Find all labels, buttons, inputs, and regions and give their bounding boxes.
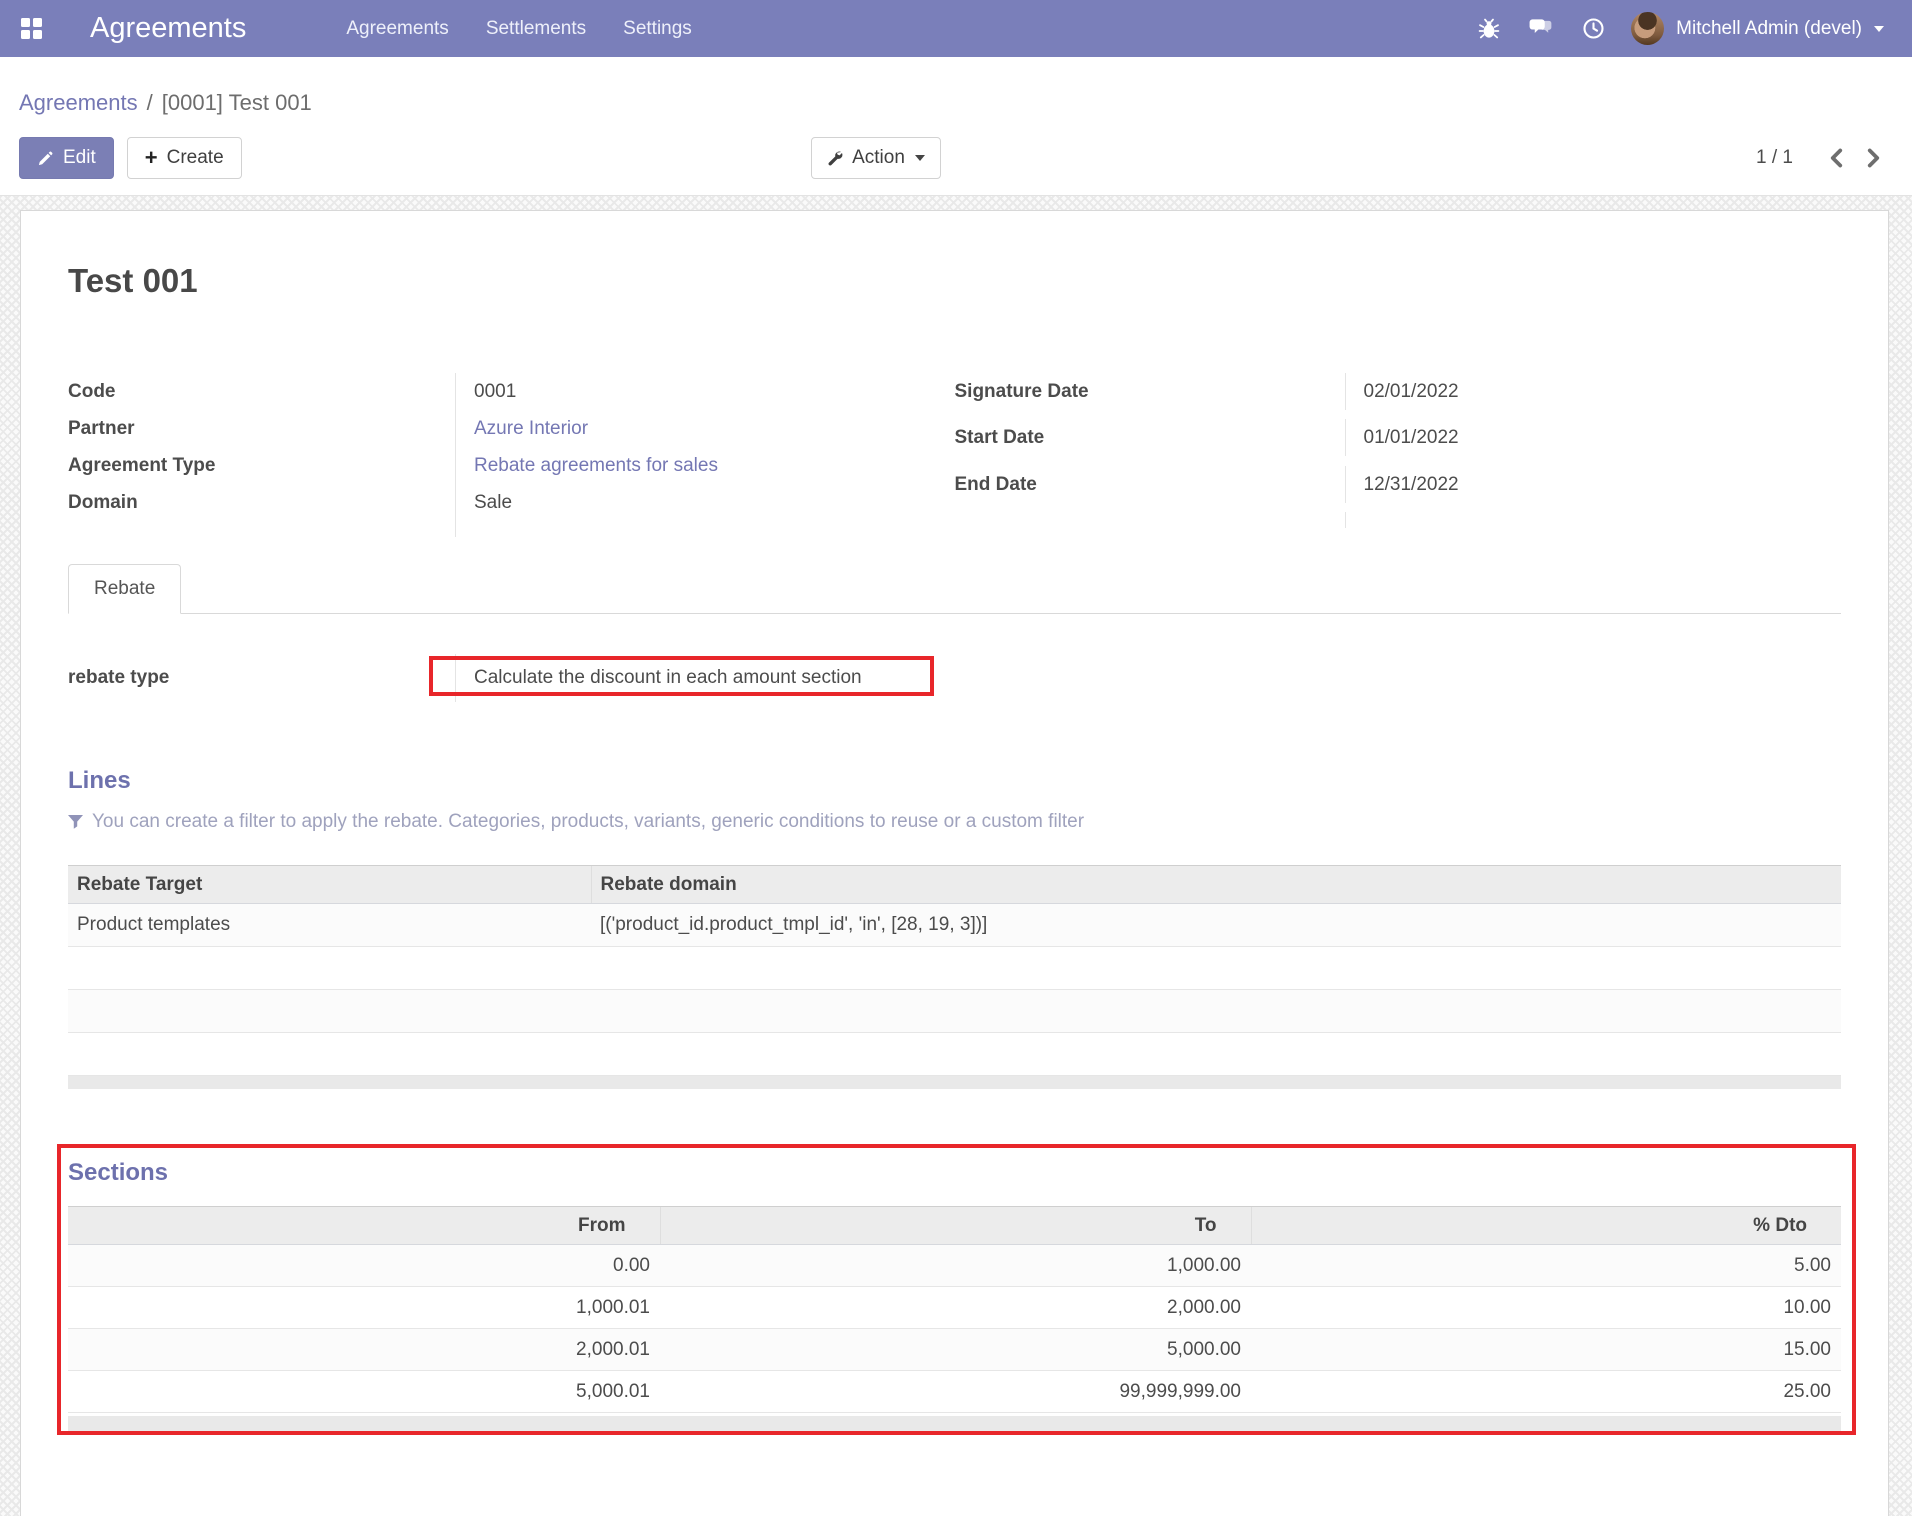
sections-cell[interactable]: 25.00: [1251, 1370, 1841, 1413]
field-label-partner: Partner: [68, 418, 135, 439]
sections-cell[interactable]: 2,000.00: [660, 1286, 1251, 1329]
field-value-start-date: 01/01/2022: [1344, 419, 1842, 457]
button-row: Edit + Create Action 1 / 1: [19, 137, 1912, 179]
field-groups: Code 0001 Partner Azure Interior Agreeme…: [68, 373, 1841, 537]
rebate-type-value: Calculate the discount in each amount se…: [455, 654, 1841, 702]
field-label-start-date: Start Date: [954, 427, 1045, 449]
notebook-tabs: Rebate: [68, 563, 1841, 614]
tab-rebate[interactable]: Rebate: [68, 564, 182, 614]
main-menus: Agreements Settlements Settings: [346, 18, 691, 40]
sections-cell[interactable]: 2,000.01: [68, 1328, 660, 1371]
action-caret-icon: [914, 155, 925, 161]
rebate-type-label: rebate type: [68, 667, 170, 688]
menu-settlements[interactable]: Settlements: [486, 18, 586, 40]
field-value-signature-date: 02/01/2022: [1344, 373, 1842, 410]
breadcrumb-agreements-link[interactable]: Agreements: [19, 90, 138, 115]
lines-empty-row: [68, 946, 1841, 990]
field-group-right: Signature Date 02/01/2022 Start Date 01/…: [955, 373, 1842, 537]
lines-column-rebate-target[interactable]: Rebate Target: [68, 865, 591, 904]
sections-column-dto[interactable]: % Dto: [1250, 1206, 1841, 1245]
sections-cell[interactable]: 5,000.00: [660, 1328, 1251, 1371]
messages-icon[interactable]: [1529, 17, 1553, 41]
plus-icon: +: [144, 145, 158, 170]
edit-button[interactable]: Edit: [19, 137, 114, 179]
top-navbar: Agreements Agreements Settlements Settin…: [0, 0, 1912, 57]
sections-cell[interactable]: 5.00: [1251, 1244, 1841, 1287]
field-value-domain: Sale: [455, 484, 955, 521]
field-value-end-date: 12/31/2022: [1344, 465, 1842, 503]
record-title: Test 001: [68, 262, 198, 299]
sections-cell[interactable]: 1,000.01: [68, 1286, 660, 1329]
create-button[interactable]: + Create: [126, 137, 242, 179]
field-label-agreement-type: Agreement Type: [68, 455, 216, 476]
field-label-domain: Domain: [68, 492, 138, 513]
app-brand[interactable]: Agreements: [90, 12, 246, 45]
user-name[interactable]: Mitchell Admin (devel): [1676, 18, 1862, 40]
lines-empty-row: [68, 989, 1841, 1033]
lines-row[interactable]: Product templates [('product_id.product_…: [68, 903, 1841, 947]
lines-cell-rebate-target[interactable]: Product templates: [68, 903, 591, 947]
apps-menu-icon[interactable]: [21, 18, 42, 39]
lines-table: Rebate Target Rebate domain Product temp…: [68, 865, 1841, 1076]
sections-row[interactable]: 5,000.01 99,999,999.00 25.00: [68, 1370, 1841, 1413]
pager-next-button[interactable]: [1867, 148, 1880, 168]
user-avatar[interactable]: [1631, 12, 1665, 45]
pager: 1 / 1: [1756, 137, 1880, 179]
sections-column-from[interactable]: From: [68, 1206, 660, 1245]
lines-heading: Lines: [68, 767, 131, 794]
page: Agreements Agreements Settlements Settin…: [0, 0, 1912, 1516]
sections-cell[interactable]: 5,000.01: [68, 1370, 660, 1413]
filter-funnel-icon: [68, 814, 83, 829]
content-area: Test 001 Code 0001 Partner Azure Interio…: [0, 196, 1912, 1516]
lines-empty-row: [68, 1032, 1841, 1076]
activities-clock-icon[interactable]: [1581, 17, 1605, 41]
field-label-signature-date: Signature Date: [954, 381, 1089, 402]
pager-value: 1 / 1: [1756, 147, 1793, 168]
field-label-end-date: End Date: [954, 473, 1037, 495]
sections-row[interactable]: 2,000.01 5,000.00 15.00: [68, 1328, 1841, 1371]
pencil-icon: [38, 151, 53, 165]
lines-filter-hint: You can create a filter to apply the reb…: [68, 810, 1841, 833]
field-value-agreement-type-link[interactable]: Rebate agreements for sales: [474, 455, 718, 476]
pager-previous-button[interactable]: [1830, 148, 1843, 168]
rebate-type-row: rebate type Calculate the discount in ea…: [68, 654, 1841, 702]
breadcrumb: Agreements / [0001] Test 001: [19, 89, 1912, 116]
breadcrumb-current: [0001] Test 001: [161, 90, 312, 115]
menu-agreements[interactable]: Agreements: [346, 18, 448, 40]
control-panel: Agreements / [0001] Test 001 Edit + Create…: [0, 57, 1912, 196]
sections-cell[interactable]: 1,000.00: [660, 1244, 1251, 1287]
sections-cell[interactable]: 99,999,999.00: [660, 1370, 1251, 1413]
menu-settings[interactable]: Settings: [623, 18, 692, 40]
systray: Mitchell Admin (devel): [1449, 12, 1884, 45]
field-group-left: Code 0001 Partner Azure Interior Agreeme…: [68, 373, 955, 537]
sections-column-to[interactable]: To: [659, 1206, 1251, 1245]
action-button[interactable]: Action: [811, 137, 941, 179]
sections-cell[interactable]: 15.00: [1251, 1328, 1841, 1371]
field-label-code: Code: [68, 381, 116, 402]
user-menu-caret-icon[interactable]: [1874, 25, 1884, 32]
field-value-code: 0001: [455, 373, 955, 410]
sections-cell[interactable]: 0.00: [68, 1244, 660, 1287]
lines-cell-rebate-domain[interactable]: [('product_id.product_tmpl_id', 'in', [2…: [591, 903, 1841, 947]
sections-cell[interactable]: 10.00: [1251, 1286, 1841, 1329]
sections-heading: Sections: [68, 1159, 169, 1186]
field-value-partner-link[interactable]: Azure Interior: [474, 418, 588, 439]
sections-row[interactable]: 0.00 1,000.00 5.00: [68, 1244, 1841, 1287]
lines-column-rebate-domain[interactable]: Rebate domain: [590, 865, 1841, 904]
sections-row[interactable]: 1,000.01 2,000.00 10.00: [68, 1286, 1841, 1329]
sections-table: From To % Dto 0.00 1,000.00 5.00 1,000.0…: [68, 1206, 1841, 1413]
form-sheet: Test 001 Code 0001 Partner Azure Interio…: [20, 210, 1889, 1516]
wrench-icon: [828, 151, 843, 165]
lines-table-footer-strip: [68, 1076, 1841, 1089]
sections-table-footer-strip: [68, 1416, 1841, 1432]
chevron-right-icon: [1867, 148, 1880, 168]
chevron-left-icon: [1830, 148, 1843, 168]
debug-bug-icon[interactable]: [1477, 17, 1501, 41]
breadcrumb-separator: /: [146, 90, 153, 115]
